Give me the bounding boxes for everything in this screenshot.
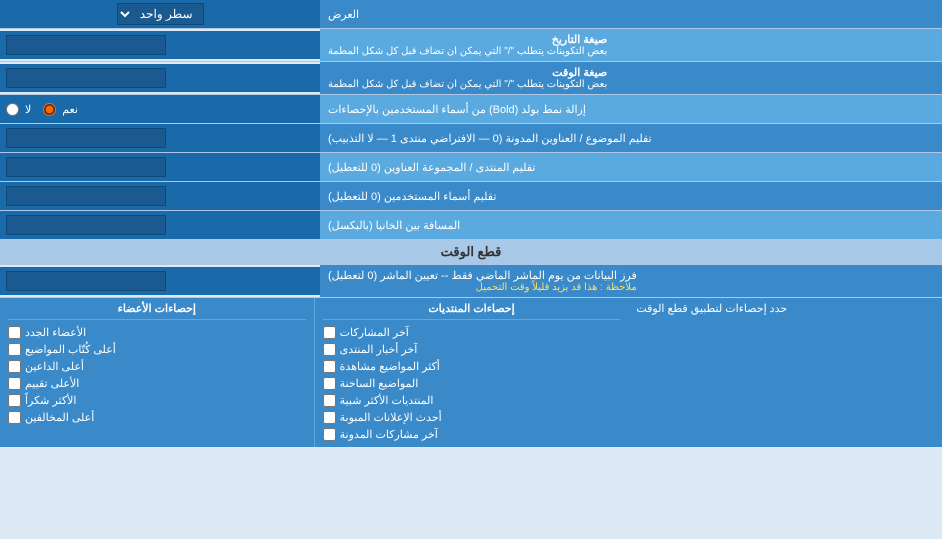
date-format-label: صيغة التاريخ بعض التكوينات يتطلب "/" الت…	[320, 29, 942, 61]
checkbox-classifieds[interactable]	[323, 411, 336, 424]
date-format-input[interactable]: d-m	[6, 35, 166, 55]
time-section-header: قطع الوقت	[0, 240, 942, 265]
radio-no-input[interactable]	[6, 103, 19, 116]
user-trim-input[interactable]: 0	[6, 186, 166, 206]
forum-trim-row: تقليم المنتدى / المجموعة العناوين (0 للت…	[0, 153, 942, 182]
checkbox-most-thanked[interactable]	[8, 394, 21, 407]
topic-trim-label: تقليم الموضوع / العناوين المدونة (0 — ال…	[320, 124, 942, 152]
checkbox-top-posters[interactable]	[8, 343, 21, 356]
time-format-label: صيغة الوقت بعض التكوينات يتطلب "/" التي …	[320, 62, 942, 94]
time-filter-label: فرز البيانات من يوم الماشر الماضي فقط --…	[320, 265, 942, 297]
display-select[interactable]: سطر واحد	[117, 3, 204, 25]
checkbox-hot-topics[interactable]	[323, 377, 336, 390]
checkbox-forum-news[interactable]	[323, 343, 336, 356]
display-row: العرض سطر واحد	[0, 0, 942, 29]
stats-posts-item-2: أكثر المواضيع مشاهدة	[323, 358, 621, 375]
time-format-input-cell: H:i	[0, 64, 320, 92]
checkbox-top-inviters[interactable]	[8, 360, 21, 373]
bottom-stats: حدد إحصاءات لتطبيق قطع الوقت إحصاءات الم…	[0, 298, 942, 447]
checkbox-blog-posts[interactable]	[323, 428, 336, 441]
user-trim-label: تقليم أسماء المستخدمين (0 للتعطيل)	[320, 182, 942, 210]
stats-members-col: إحصاءات الأعضاء الأعضاء الجدد أعلى كُتّا…	[0, 298, 314, 447]
stats-posts-item-4: المنتديات الأكثر شبية	[323, 392, 621, 409]
bold-remove-radio-cell: نعم لا	[0, 95, 320, 123]
stats-members-item-3: الأعلى تقييم	[8, 375, 306, 392]
topic-trim-input[interactable]: 33	[6, 128, 166, 148]
stats-posts-item-1: آخر أخبار المنتدى	[323, 341, 621, 358]
date-format-input-cell: d-m	[0, 31, 320, 59]
user-trim-row: تقليم أسماء المستخدمين (0 للتعطيل) 0	[0, 182, 942, 211]
forum-trim-input[interactable]: 33	[6, 157, 166, 177]
stats-posts-item-0: آخر المشاركات	[323, 324, 621, 341]
radio-yes: نعم	[43, 103, 78, 116]
bold-remove-label: إزالة نمط بولد (Bold) من أسماء المستخدمي…	[320, 95, 942, 123]
spacing-input-cell: 2	[0, 211, 320, 239]
stats-posts-header: إحصاءات المنتديات	[323, 302, 621, 320]
checkbox-top-rated[interactable]	[8, 377, 21, 390]
stats-members-item-4: الأكثر شكراً	[8, 392, 306, 409]
spacing-input[interactable]: 2	[6, 215, 166, 235]
forum-trim-input-cell: 33	[0, 153, 320, 181]
radio-yes-input[interactable]	[43, 103, 56, 116]
stats-apply-label-cell: حدد إحصاءات لتطبيق قطع الوقت	[628, 298, 942, 447]
time-filter-row: فرز البيانات من يوم الماشر الماضي فقط --…	[0, 265, 942, 298]
stats-posts-col: إحصاءات المنتديات آخر المشاركات آخر أخبا…	[314, 298, 629, 447]
time-format-input[interactable]: H:i	[6, 68, 166, 88]
forum-trim-label: تقليم المنتدى / المجموعة العناوين (0 للت…	[320, 153, 942, 181]
checkbox-last-posts[interactable]	[323, 326, 336, 339]
display-dropdown-cell: سطر واحد	[0, 0, 320, 28]
stats-members-header: إحصاءات الأعضاء	[8, 302, 306, 320]
stats-posts-item-3: المواضيع الساخنة	[323, 375, 621, 392]
topic-trim-input-cell: 33	[0, 124, 320, 152]
time-filter-input[interactable]: 0	[6, 271, 166, 291]
stats-members-item-5: أعلى المخالفين	[8, 409, 306, 426]
stats-posts-item-5: أحدث الإعلانات المبوبة	[323, 409, 621, 426]
spacing-label: المسافة بين الخانيا (بالبكسل)	[320, 211, 942, 239]
display-label: العرض	[320, 0, 942, 28]
bold-remove-row: إزالة نمط بولد (Bold) من أسماء المستخدمي…	[0, 95, 942, 124]
checkbox-new-members[interactable]	[8, 326, 21, 339]
stats-members-item-2: أعلى الداعين	[8, 358, 306, 375]
time-filter-input-cell: 0	[0, 267, 320, 295]
stats-apply-label: حدد إحصاءات لتطبيق قطع الوقت	[636, 302, 787, 315]
date-format-row: صيغة التاريخ بعض التكوينات يتطلب "/" الت…	[0, 29, 942, 62]
radio-no: لا	[6, 103, 31, 116]
stats-members-item-0: الأعضاء الجدد	[8, 324, 306, 341]
stats-members-item-1: أعلى كُتّاب المواضيع	[8, 341, 306, 358]
topic-trim-row: تقليم الموضوع / العناوين المدونة (0 — ال…	[0, 124, 942, 153]
checkbox-popular-forums[interactable]	[323, 394, 336, 407]
user-trim-input-cell: 0	[0, 182, 320, 210]
checkbox-top-violators[interactable]	[8, 411, 21, 424]
spacing-row: المسافة بين الخانيا (بالبكسل) 2	[0, 211, 942, 240]
stats-posts-item-6: آخر مشاركات المدونة	[323, 426, 621, 443]
checkbox-most-viewed[interactable]	[323, 360, 336, 373]
time-format-row: صيغة الوقت بعض التكوينات يتطلب "/" التي …	[0, 62, 942, 95]
